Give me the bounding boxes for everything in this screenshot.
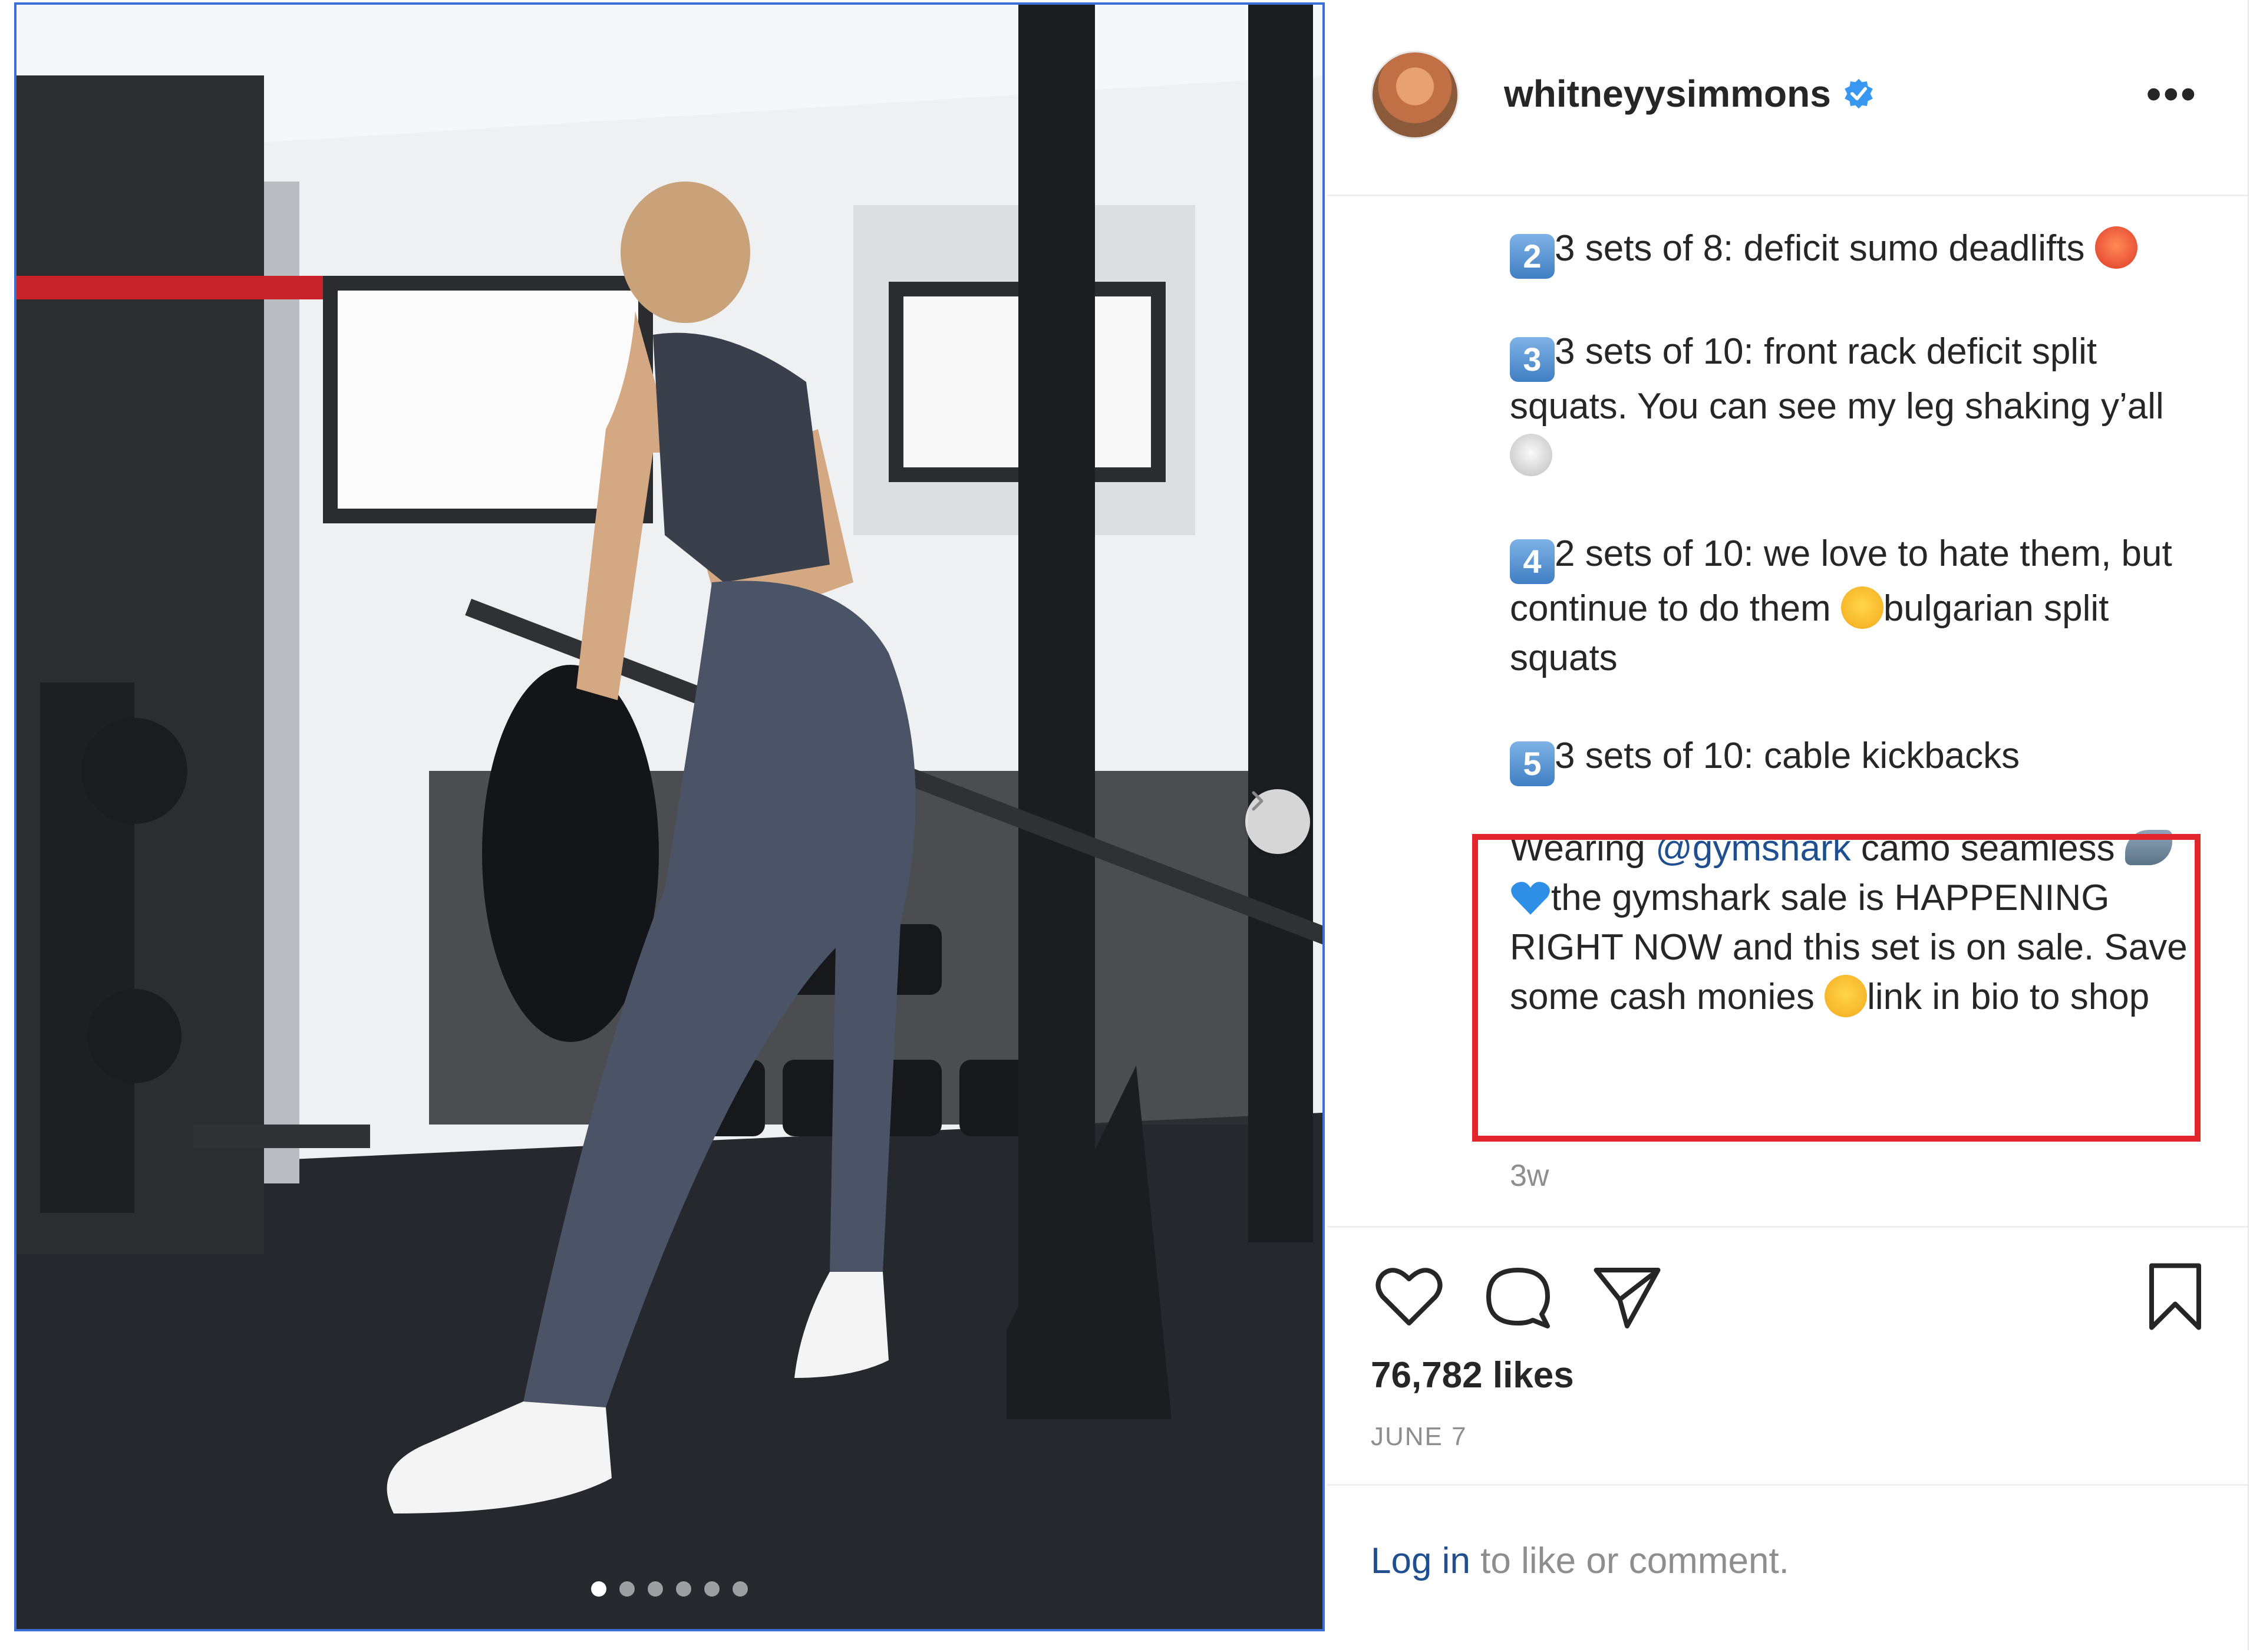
more-options-button[interactable]: ••• <box>2146 73 2198 116</box>
heart-icon <box>1375 1268 1443 1325</box>
keycap-4-icon: 4 <box>1510 539 1555 584</box>
post-header: whitneyysimmons ••• <box>1327 0 2248 196</box>
gym-photo-illustration <box>17 5 1322 1629</box>
caption-paragraph-4: 42 sets of 10: we love to hate them, but… <box>1510 529 2205 683</box>
carousel-dot-active[interactable] <box>591 1581 606 1597</box>
verified-badge-icon <box>1845 78 1873 109</box>
carousel-dot[interactable] <box>704 1581 720 1597</box>
login-prompt: Log in to like or comment. <box>1327 1484 2248 1652</box>
caption-paragraph-3: 33 sets of 10: front rack deficit split … <box>1510 327 2205 481</box>
bookmark-icon <box>2149 1263 2201 1330</box>
post-sidebar: whitneyysimmons ••• 23 sets of 8: defici… <box>1327 0 2249 1650</box>
caption-paragraph-2: 23 sets of 8: deficit sumo deadlifts <box>1510 224 2205 279</box>
chevron-right-icon <box>1252 791 1264 811</box>
post-date[interactable]: JUNE 7 <box>1371 1422 1467 1452</box>
carousel-dot[interactable] <box>648 1581 663 1597</box>
login-rest-text: to like or comment. <box>1470 1541 1789 1581</box>
caption-text-3: 3 sets of 10: front rack deficit split s… <box>1510 331 2164 427</box>
avatar[interactable] <box>1371 51 1459 139</box>
highlight-annotation-box <box>1472 834 2201 1142</box>
carousel-dot[interactable] <box>619 1581 635 1597</box>
comment-button[interactable] <box>1480 1258 1556 1335</box>
username-link[interactable]: whitneyysimmons <box>1504 72 1831 116</box>
action-icons <box>1371 1258 2213 1335</box>
likes-count[interactable]: 76,782 likes <box>1371 1354 1574 1396</box>
login-prompt-text: Log in to like or comment. <box>1371 1540 1789 1582</box>
carousel-indicator <box>17 1581 1322 1597</box>
zany-face-emoji-icon <box>1840 586 1883 629</box>
keycap-5-icon: 5 <box>1510 741 1555 786</box>
post-photo[interactable] <box>14 2 1325 1631</box>
comment-bubble-icon <box>1486 1268 1550 1328</box>
caption-text-2: 3 sets of 8: deficit sumo deadlifts <box>1555 228 2085 269</box>
caption-timestamp[interactable]: 3w <box>1510 1158 1549 1193</box>
hot-face-emoji-icon <box>2094 226 2137 269</box>
like-button[interactable] <box>1371 1258 1447 1335</box>
keycap-2-icon: 2 <box>1510 234 1555 279</box>
login-link[interactable]: Log in <box>1371 1541 1470 1581</box>
save-button[interactable] <box>2137 1258 2213 1335</box>
keycap-3-icon: 3 <box>1510 337 1555 382</box>
caption-paragraph-5: 53 sets of 10: cable kickbacks <box>1510 731 2205 786</box>
share-button[interactable] <box>1589 1258 1665 1335</box>
caption-text-5: 3 sets of 10: cable kickbacks <box>1555 736 2020 776</box>
action-bar: 76,782 likes JUNE 7 <box>1327 1226 2248 1451</box>
instagram-post-window: whitneyysimmons ••• 23 sets of 8: defici… <box>0 0 2263 1650</box>
carousel-dot[interactable] <box>676 1581 691 1597</box>
next-photo-button[interactable] <box>1245 789 1310 854</box>
carousel-dot[interactable] <box>733 1581 748 1597</box>
skull-emoji-icon <box>1510 434 1552 476</box>
paper-plane-icon <box>1594 1268 1661 1328</box>
